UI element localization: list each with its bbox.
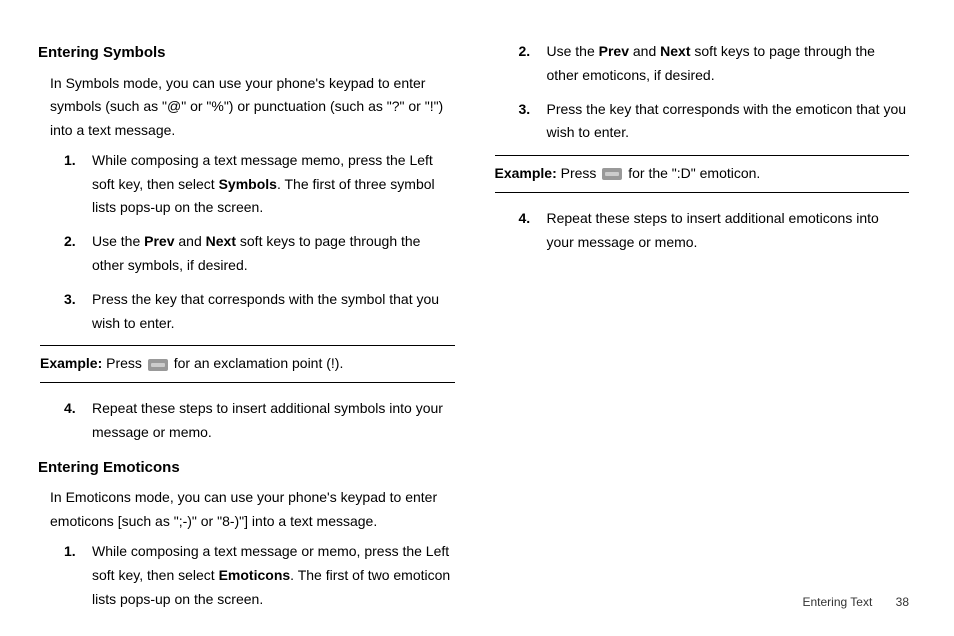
heading-entering-emoticons: Entering Emoticons <box>38 455 455 481</box>
text-fragment: and <box>175 233 206 249</box>
symbols-step-1: 1. While composing a text message memo, … <box>64 149 455 220</box>
emoticons-step-3: 3. Press the key that corresponds with t… <box>519 98 910 146</box>
step-text: Press the key that corresponds with the … <box>92 288 455 336</box>
bold-text: Next <box>660 43 690 59</box>
bold-text: Emoticons <box>219 567 291 583</box>
text-fragment: Use the <box>547 43 599 59</box>
example-box-symbols: Example: Press for an exclamation point … <box>40 345 455 383</box>
symbols-step-2: 2. Use the Prev and Next soft keys to pa… <box>64 230 455 278</box>
step-number: 2. <box>519 40 547 88</box>
step-number: 1. <box>64 540 92 611</box>
step-text: While composing a text message memo, pre… <box>92 149 455 220</box>
keypad-key-icon <box>602 168 622 180</box>
page-number: 38 <box>896 595 909 609</box>
step-text: Use the Prev and Next soft keys to page … <box>547 40 910 88</box>
text-fragment: Use the <box>92 233 144 249</box>
symbols-step-3: 3. Press the key that corresponds with t… <box>64 288 455 336</box>
page-footer: Entering Text 38 <box>802 592 909 612</box>
bold-text: Next <box>206 233 236 249</box>
keypad-key-icon <box>148 359 168 371</box>
example-post: for the ":D" emoticon. <box>624 165 760 181</box>
emoticons-intro: In Emoticons mode, you can use your phon… <box>50 486 455 534</box>
heading-entering-symbols: Entering Symbols <box>38 40 455 66</box>
two-column-layout: Entering Symbols In Symbols mode, you ca… <box>40 40 909 621</box>
step-number: 2. <box>64 230 92 278</box>
example-box-emoticons: Example: Press for the ":D" emoticon. <box>495 155 910 193</box>
left-column: Entering Symbols In Symbols mode, you ca… <box>40 40 455 621</box>
example-label: Example: <box>495 165 557 181</box>
step-number: 4. <box>64 397 92 445</box>
example-label: Example: <box>40 355 102 371</box>
example-pre: Press <box>557 165 601 181</box>
example-post: for an exclamation point (!). <box>170 355 344 371</box>
step-text: Repeat these steps to insert additional … <box>547 207 910 255</box>
step-text: Press the key that corresponds with the … <box>547 98 910 146</box>
bold-text: Prev <box>144 233 174 249</box>
step-number: 3. <box>64 288 92 336</box>
step-number: 3. <box>519 98 547 146</box>
right-column: 2. Use the Prev and Next soft keys to pa… <box>495 40 910 621</box>
step-text: While composing a text message or memo, … <box>92 540 455 611</box>
emoticons-step-1: 1. While composing a text message or mem… <box>64 540 455 611</box>
text-fragment: and <box>629 43 660 59</box>
emoticons-step-2: 2. Use the Prev and Next soft keys to pa… <box>519 40 910 88</box>
step-text: Use the Prev and Next soft keys to page … <box>92 230 455 278</box>
bold-text: Prev <box>599 43 629 59</box>
example-pre: Press <box>102 355 146 371</box>
symbols-intro: In Symbols mode, you can use your phone'… <box>50 72 455 143</box>
emoticons-step-4: 4. Repeat these steps to insert addition… <box>519 207 910 255</box>
step-number: 4. <box>519 207 547 255</box>
symbols-step-4: 4. Repeat these steps to insert addition… <box>64 397 455 445</box>
step-text: Repeat these steps to insert additional … <box>92 397 455 445</box>
footer-section-name: Entering Text <box>802 595 872 609</box>
step-number: 1. <box>64 149 92 220</box>
bold-text: Symbols <box>219 176 277 192</box>
